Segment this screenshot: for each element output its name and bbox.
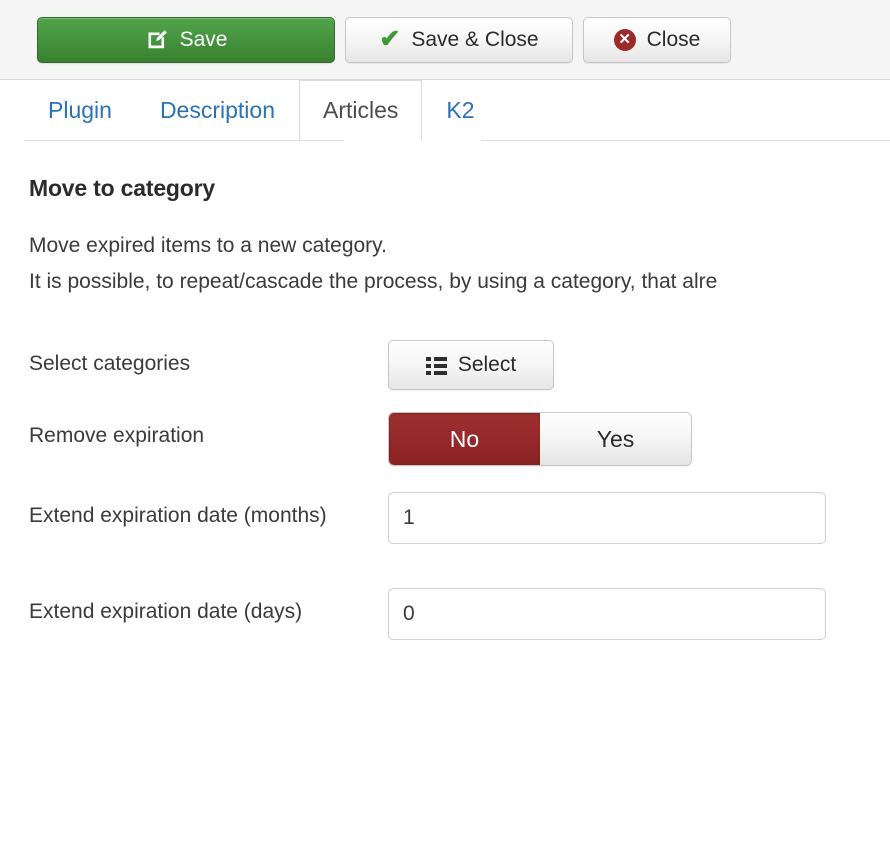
extend-days-input[interactable]: [388, 588, 826, 640]
extend-months-input[interactable]: [388, 492, 826, 544]
tab-strip-rule-left: [24, 140, 344, 141]
tab-plugin[interactable]: Plugin: [24, 80, 136, 140]
tab-panel-articles: Move to category Move expired items to a…: [0, 142, 890, 640]
tab-strip-rule-right: [481, 140, 890, 141]
close-circle-icon: ✕: [613, 28, 636, 51]
field-row-extend-months: Extend expiration date (months): [29, 492, 890, 544]
extend-days-label: Extend expiration date (days): [29, 600, 303, 623]
tab-articles-label: Articles: [322, 97, 399, 123]
edit-pencil-icon: [145, 28, 169, 52]
settings-form: Select categories Select Remove expirati…: [29, 340, 890, 640]
tab-bar: Plugin Description Articles K2: [0, 80, 890, 142]
close-button-label: Close: [646, 27, 701, 51]
remove-expiration-option-yes[interactable]: Yes: [540, 413, 691, 465]
toolbar: Save ✔ Save & Close ✕ Close: [0, 0, 890, 80]
save-and-close-button-label: Save & Close: [411, 27, 539, 51]
tab-k2-label: K2: [446, 97, 475, 123]
tab-plugin-label: Plugin: [48, 97, 112, 123]
select-categories-button[interactable]: Select: [388, 340, 554, 390]
save-and-close-button[interactable]: ✔ Save & Close: [345, 16, 573, 63]
tab-k2[interactable]: K2: [422, 80, 498, 140]
field-row-select-categories: Select categories Select: [29, 340, 890, 390]
save-button[interactable]: Save: [37, 16, 335, 63]
remove-expiration-label: Remove expiration: [29, 424, 205, 447]
save-button-label: Save: [179, 27, 228, 51]
page-title: Move to category: [29, 175, 215, 201]
section-description: Move expired items to a new category. It…: [29, 234, 718, 293]
remove-expiration-option-no[interactable]: No: [389, 413, 540, 465]
tab-list: Plugin Description Articles K2: [24, 80, 890, 140]
list-icon: [425, 356, 447, 375]
select-categories-label: Select categories: [29, 352, 191, 375]
remove-expiration-toggle[interactable]: No Yes: [388, 412, 692, 466]
tab-articles[interactable]: Articles: [298, 80, 423, 140]
close-button[interactable]: ✕ Close: [583, 16, 731, 63]
field-row-extend-days: Extend expiration date (days): [29, 588, 890, 640]
select-categories-button-label: Select: [457, 353, 517, 376]
extend-months-label: Extend expiration date (months): [29, 504, 327, 527]
tab-description-label: Description: [159, 97, 275, 123]
check-icon: ✔: [379, 25, 401, 53]
tab-description[interactable]: Description: [136, 80, 299, 140]
field-row-remove-expiration: Remove expiration No Yes: [29, 412, 890, 466]
